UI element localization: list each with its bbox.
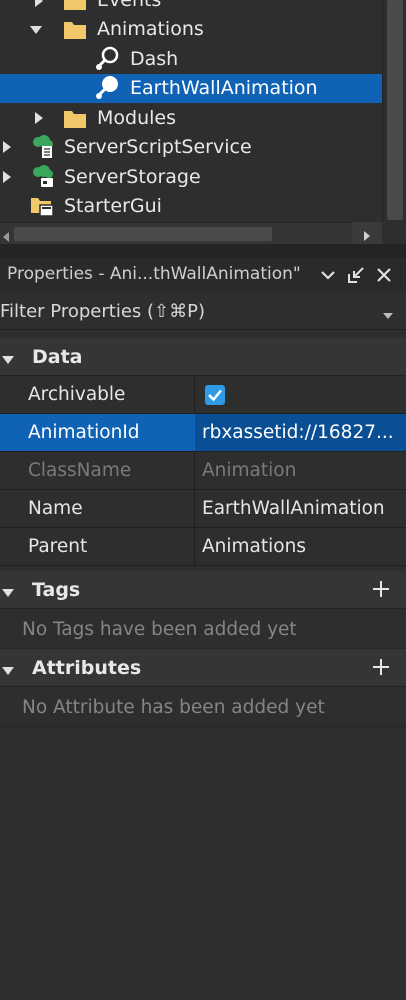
scrollbar-corner [382, 222, 406, 244]
property-row-classname: ClassName Animation [0, 452, 406, 490]
property-row-name[interactable]: Name EarthWallAnimation [0, 490, 406, 528]
section-label: Data [32, 346, 83, 368]
property-value[interactable]: EarthWallAnimation [202, 498, 402, 519]
checkmark-icon [208, 389, 222, 402]
explorer-vertical-scrollbar[interactable] [382, 0, 406, 224]
plus-icon [373, 581, 389, 597]
tags-empty-text: No Tags have been added yet [22, 619, 297, 640]
tree-item-label: EarthWallAnimation [130, 77, 318, 99]
plus-icon [373, 659, 389, 675]
properties-panel: Properties - Ani...thWallAnimation" Data… [0, 258, 406, 1000]
folder-icon [62, 16, 88, 42]
tags-empty-row: No Tags have been added yet [0, 609, 406, 649]
section-header-attributes[interactable]: Attributes [0, 649, 406, 687]
animation-icon [94, 46, 120, 72]
property-value[interactable]: rbxassetid://16827... [202, 422, 402, 443]
property-value: Animation [202, 460, 297, 481]
section-header-data[interactable]: Data [0, 338, 406, 376]
explorer-horizontal-scrollbar[interactable] [0, 222, 382, 244]
filter-bar [0, 292, 406, 330]
archivable-checkbox[interactable] [205, 385, 225, 405]
property-name: AnimationId [28, 422, 140, 443]
expanded-arrow-icon[interactable] [1, 351, 15, 370]
tree-item-label: Animations [97, 18, 204, 40]
animation-icon [94, 75, 120, 101]
property-name: ClassName [28, 460, 132, 481]
add-tag-button[interactable] [369, 577, 393, 601]
tree-item-animations[interactable]: Animations [0, 15, 382, 44]
tree-item-label: Events [97, 0, 162, 11]
section-label: Tags [32, 579, 81, 601]
panel-title: Properties - Ani...thWallAnimation" [7, 264, 301, 284]
tree-item-label: Dash [130, 48, 179, 70]
attributes-empty-row: No Attribute has been added yet [0, 687, 406, 727]
scroll-right-button[interactable] [352, 222, 382, 244]
collapsed-arrow-icon[interactable] [32, 111, 46, 125]
filter-properties-input[interactable] [0, 292, 380, 330]
tree-item-startergui[interactable]: StarterGui [0, 192, 382, 221]
expanded-arrow-icon[interactable] [29, 23, 43, 37]
property-row-archivable[interactable]: Archivable [0, 376, 406, 414]
folder-icon [62, 105, 88, 131]
column-divider[interactable] [194, 452, 195, 489]
column-divider[interactable] [194, 376, 195, 413]
tree-item-events[interactable]: Events [0, 0, 382, 15]
expanded-arrow-icon[interactable] [1, 584, 15, 603]
tree-item-label: StarterGui [64, 195, 162, 217]
scrollbar-thumb[interactable] [14, 227, 272, 241]
property-row-parent[interactable]: Parent Animations [0, 528, 406, 566]
scrollbar-thumb[interactable] [387, 0, 403, 220]
section-header-tags[interactable]: Tags [0, 571, 406, 609]
tree-item-serverstorage[interactable]: ServerStorage [0, 163, 382, 192]
chevron-down-icon[interactable] [382, 306, 394, 325]
tree-item-label: ServerStorage [64, 166, 201, 188]
starter-gui-icon [29, 193, 55, 219]
tree-item-dash[interactable]: Dash [0, 45, 382, 74]
properties-titlebar: Properties - Ani...thWallAnimation" [0, 258, 406, 292]
column-divider[interactable] [194, 528, 195, 565]
close-icon[interactable] [374, 265, 394, 285]
collapsed-arrow-icon[interactable] [32, 0, 46, 8]
undock-icon[interactable] [346, 265, 366, 285]
tree-item-earthwallanimation[interactable]: EarthWallAnimation [0, 74, 382, 103]
expanded-arrow-icon[interactable] [1, 662, 15, 681]
collapsed-arrow-icon[interactable] [0, 140, 14, 154]
explorer-panel: Events Animations Dash EarthWallAnimatio… [0, 0, 406, 245]
folder-icon [62, 0, 88, 13]
property-name: Parent [28, 536, 88, 557]
tree-item-label: ServerScriptService [64, 136, 252, 158]
property-row-animationid[interactable]: AnimationId rbxassetid://16827... [0, 414, 406, 452]
property-value[interactable]: Animations [202, 536, 402, 557]
section-label: Attributes [32, 657, 142, 679]
server-storage-icon [29, 164, 55, 190]
attributes-empty-text: No Attribute has been added yet [22, 697, 325, 718]
chevron-down-icon[interactable] [318, 265, 338, 285]
tree-item-label: Modules [97, 107, 176, 129]
server-script-service-icon [29, 134, 55, 160]
add-attribute-button[interactable] [369, 655, 393, 679]
collapsed-arrow-icon[interactable] [0, 170, 14, 184]
property-name: Name [28, 498, 83, 519]
panel-splitter[interactable] [0, 244, 406, 258]
property-name: Archivable [28, 384, 126, 405]
tree-item-modules[interactable]: Modules [0, 104, 382, 133]
tree-item-serverscriptservice[interactable]: ServerScriptService [0, 133, 382, 162]
column-divider[interactable] [194, 490, 195, 527]
